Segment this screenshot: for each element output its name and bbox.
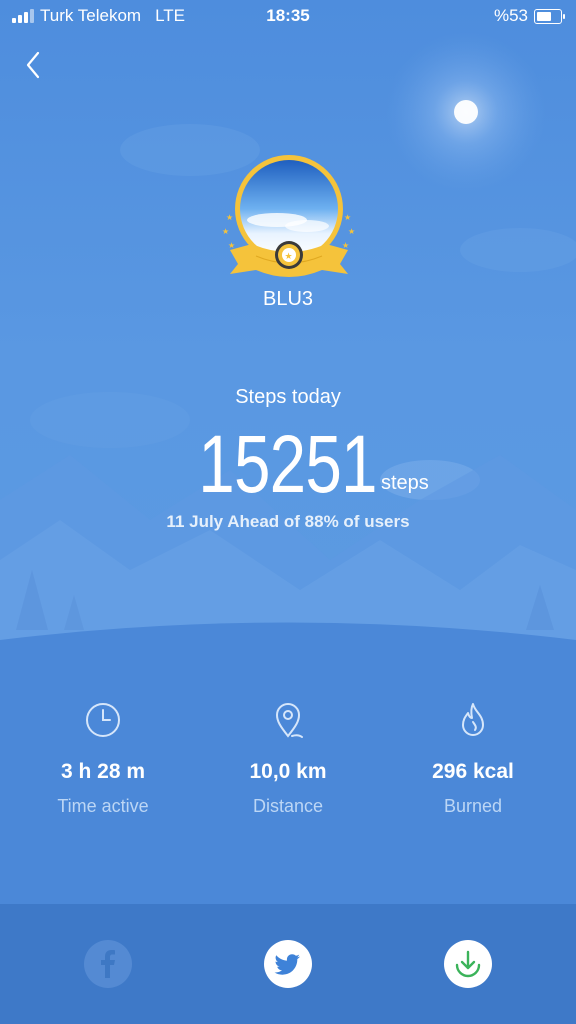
chevron-left-icon [26,51,40,79]
status-time: 18:35 [266,6,310,25]
stat-time-active: 3 h 28 m Time active [13,700,193,817]
status-bar: Turk Telekom LTE 18:35 %53 [0,0,576,34]
time-active-label: Time active [57,796,149,816]
svg-text:★: ★ [226,213,233,222]
svg-text:★: ★ [228,241,235,250]
clock-icon [86,703,120,737]
distance-value: 10,0 km [249,760,327,783]
flame-icon [462,703,484,736]
stat-burned: 296 kcal Burned [383,700,563,817]
svg-text:★: ★ [222,227,229,236]
download-icon [455,950,481,978]
steps-count-row: 15251 steps [0,418,576,512]
battery-indicator: %53 [493,6,565,26]
steps-unit: steps [381,472,429,494]
stat-distance: 10,0 km Distance [198,700,378,817]
distance-label: Distance [252,796,324,816]
twitter-icon [274,954,300,975]
steps-count: 15251 [198,419,378,510]
facebook-icon [101,950,115,978]
share-twitter-button[interactable] [264,940,312,988]
location-pin-icon [275,703,303,738]
profile-name: BLU3 [262,288,314,310]
svg-text:★: ★ [342,241,349,250]
back-button[interactable] [22,50,46,80]
svg-text:★: ★ [348,227,355,236]
battery-percent: %53 [493,6,528,25]
award-medal-icon: ★ ★ ★ ★ ★ ★ ★ [222,155,355,277]
time-active-value: 3 h 28 m [60,760,146,783]
burned-label: Burned [443,796,503,816]
share-bar [0,904,576,1024]
battery-icon [534,8,565,24]
achievement-badge[interactable]: ★ ★ ★ ★ ★ ★ ★ [222,152,356,286]
steps-summary: 11 July Ahead of 88% of users [166,512,410,531]
download-button[interactable] [444,940,492,988]
svg-text:★: ★ [344,213,351,222]
burned-value: 296 kcal [432,760,514,783]
svg-text:★: ★ [285,251,293,261]
steps-label: Steps today [235,386,341,408]
share-facebook-button[interactable] [84,940,132,988]
